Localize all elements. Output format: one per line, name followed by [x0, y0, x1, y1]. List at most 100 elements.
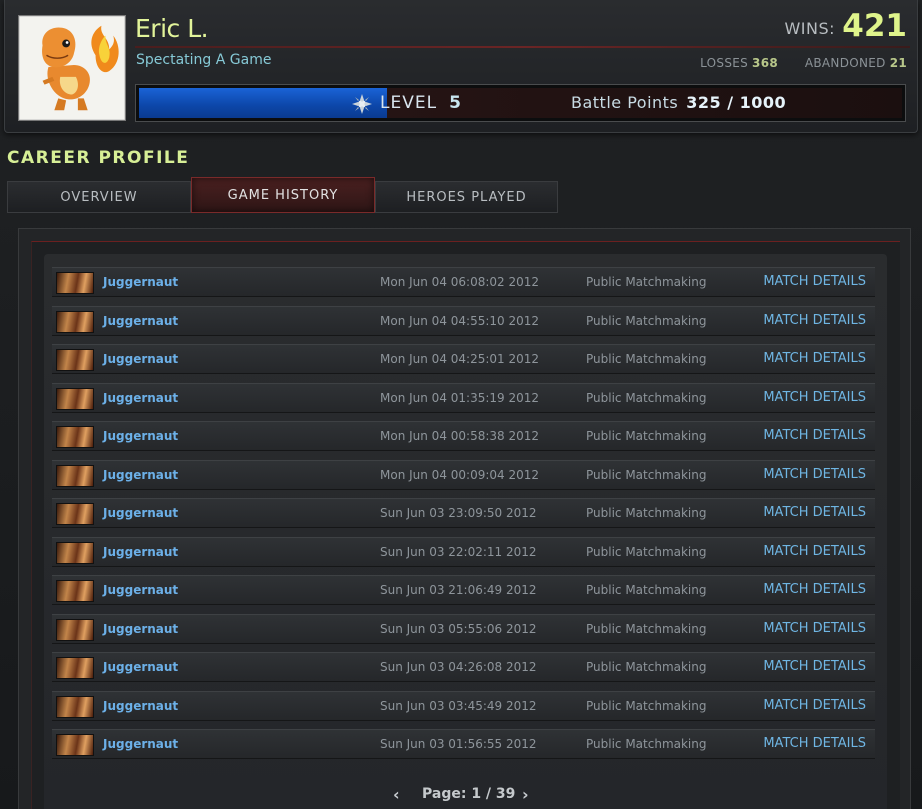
- chevron-right-icon[interactable]: ›: [522, 785, 529, 804]
- hero-name[interactable]: Juggernaut: [103, 737, 178, 751]
- match-row: Juggernaut Sun Jun 03 22:02:11 2012 Public…: [52, 537, 875, 567]
- match-row: Juggernaut Mon Jun 04 01:35:19 2012 Public…: [52, 383, 875, 413]
- hero-name[interactable]: Juggernaut: [103, 583, 178, 597]
- match-details-link[interactable]: MATCH DETAILS: [763, 621, 866, 636]
- tab-game-history[interactable]: GAME HISTORY: [191, 177, 375, 213]
- hero-portrait-icon: [56, 426, 94, 448]
- page-indicator: Page: 1 / 39: [422, 786, 516, 802]
- level-display: LEVEL 5: [380, 93, 462, 113]
- match-details-link[interactable]: MATCH DETAILS: [763, 390, 866, 405]
- hero-portrait-icon: [56, 465, 94, 487]
- hero-portrait-icon: [56, 619, 94, 641]
- match-row: Juggernaut Sun Jun 03 05:55:06 2012 Public…: [52, 614, 875, 644]
- level-progress-bar: LEVEL 5 Battle Points 325 / 1000: [135, 84, 906, 122]
- match-details-link[interactable]: MATCH DETAILS: [763, 428, 866, 443]
- hero-name[interactable]: Juggernaut: [103, 314, 178, 328]
- match-date: Sun Jun 03 22:02:11 2012: [380, 545, 537, 559]
- hero-portrait-icon: [56, 580, 94, 602]
- hero-portrait-icon: [56, 272, 94, 294]
- hero-portrait-icon: [56, 388, 94, 410]
- abandoned-label: ABANDONED: [804, 56, 886, 70]
- match-date: Sun Jun 03 01:56:55 2012: [380, 737, 537, 751]
- match-row: Juggernaut Sun Jun 03 03:45:49 2012 Public…: [52, 691, 875, 721]
- name-divider: [135, 46, 910, 48]
- profile-header: Eric L. Spectating A Game WINS: 421 LOSS…: [4, 0, 918, 133]
- match-mode: Public Matchmaking: [586, 545, 707, 559]
- match-date: Sun Jun 03 23:09:50 2012: [380, 506, 537, 520]
- match-row: Juggernaut Sun Jun 03 23:09:50 2012 Public…: [52, 498, 875, 528]
- hero-name[interactable]: Juggernaut: [103, 506, 178, 520]
- match-date: Sun Jun 03 03:45:49 2012: [380, 699, 537, 713]
- wins-label: WINS:: [784, 19, 835, 38]
- losses-label: LOSSES: [700, 56, 749, 70]
- match-mode: Public Matchmaking: [586, 660, 707, 674]
- hero-name[interactable]: Juggernaut: [103, 391, 178, 405]
- hero-name[interactable]: Juggernaut: [103, 622, 178, 636]
- match-mode: Public Matchmaking: [586, 275, 707, 289]
- hero-name[interactable]: Juggernaut: [103, 429, 178, 443]
- hero-name[interactable]: Juggernaut: [103, 660, 178, 674]
- match-row: Juggernaut Mon Jun 04 00:58:38 2012 Public…: [52, 421, 875, 451]
- level-label: LEVEL: [380, 93, 438, 113]
- player-name: Eric L.: [135, 14, 209, 43]
- level-progress-fill: [139, 88, 387, 118]
- match-details-link[interactable]: MATCH DETAILS: [763, 505, 866, 520]
- match-date: Mon Jun 04 01:35:19 2012: [380, 391, 540, 405]
- match-details-link[interactable]: MATCH DETAILS: [763, 467, 866, 482]
- match-date: Sun Jun 03 04:26:08 2012: [380, 660, 537, 674]
- hero-name[interactable]: Juggernaut: [103, 468, 178, 482]
- match-details-link[interactable]: MATCH DETAILS: [763, 274, 866, 289]
- hero-portrait-icon: [56, 696, 94, 718]
- match-details-link[interactable]: MATCH DETAILS: [763, 659, 866, 674]
- hero-portrait-icon: [56, 503, 94, 525]
- match-details-link[interactable]: MATCH DETAILS: [763, 351, 866, 366]
- match-details-link[interactable]: MATCH DETAILS: [763, 582, 866, 597]
- match-mode: Public Matchmaking: [586, 699, 707, 713]
- match-details-link[interactable]: MATCH DETAILS: [763, 698, 866, 713]
- career-profile-window: Eric L. Spectating A Game WINS: 421 LOSS…: [0, 0, 922, 809]
- match-mode: Public Matchmaking: [586, 429, 707, 443]
- hero-name[interactable]: Juggernaut: [103, 352, 178, 366]
- match-date: Mon Jun 04 04:55:10 2012: [380, 314, 540, 328]
- tab-overview[interactable]: OVERVIEW: [7, 181, 191, 213]
- match-date: Sun Jun 03 05:55:06 2012: [380, 622, 537, 636]
- match-date: Mon Jun 04 00:09:04 2012: [380, 468, 540, 482]
- match-row: Juggernaut Sun Jun 03 21:06:49 2012 Public…: [52, 575, 875, 605]
- hero-name[interactable]: Juggernaut: [103, 275, 178, 289]
- match-mode: Public Matchmaking: [586, 391, 707, 405]
- pagination: ‹ Page: 1 / 39 ›: [393, 785, 543, 805]
- hero-name[interactable]: Juggernaut: [103, 545, 178, 559]
- hero-portrait-icon: [56, 657, 94, 679]
- wins-count: 421: [842, 8, 907, 44]
- player-status: Spectating A Game: [136, 52, 272, 68]
- match-details-link[interactable]: MATCH DETAILS: [763, 544, 866, 559]
- match-row: Juggernaut Mon Jun 04 04:25:01 2012 Public…: [52, 344, 875, 374]
- tab-heroes-played[interactable]: HEROES PLAYED: [375, 181, 558, 213]
- section-title: CAREER PROFILE: [7, 148, 190, 168]
- hero-name[interactable]: Juggernaut: [103, 699, 178, 713]
- match-row: Juggernaut Mon Jun 04 04:55:10 2012 Public…: [52, 306, 875, 336]
- match-details-link[interactable]: MATCH DETAILS: [763, 313, 866, 328]
- match-mode: Public Matchmaking: [586, 314, 707, 328]
- match-list: [44, 254, 887, 809]
- level-value: 5: [449, 93, 462, 113]
- match-row: Juggernaut Sun Jun 03 04:26:08 2012 Public…: [52, 652, 875, 682]
- match-details-link[interactable]: MATCH DETAILS: [763, 736, 866, 751]
- hero-portrait-icon: [56, 542, 94, 564]
- level-emblem-icon: [352, 94, 372, 114]
- match-date: Mon Jun 04 04:25:01 2012: [380, 352, 540, 366]
- hero-portrait-icon: [56, 734, 94, 756]
- match-row: Juggernaut Mon Jun 04 00:09:04 2012 Public…: [52, 460, 875, 490]
- match-mode: Public Matchmaking: [586, 352, 707, 366]
- avatar[interactable]: [18, 15, 126, 121]
- chevron-left-icon[interactable]: ‹: [393, 785, 400, 804]
- match-date: Mon Jun 04 00:58:38 2012: [380, 429, 540, 443]
- abandoned-count: 21: [889, 56, 907, 70]
- battle-points-label: Battle Points: [571, 93, 679, 112]
- hero-portrait-icon: [56, 349, 94, 371]
- match-row: Juggernaut Mon Jun 04 06:08:02 2012 Public…: [52, 267, 875, 297]
- avatar-image: [19, 16, 125, 120]
- hero-portrait-icon: [56, 311, 94, 333]
- match-mode: Public Matchmaking: [586, 622, 707, 636]
- battle-points-value: 325 / 1000: [686, 93, 787, 112]
